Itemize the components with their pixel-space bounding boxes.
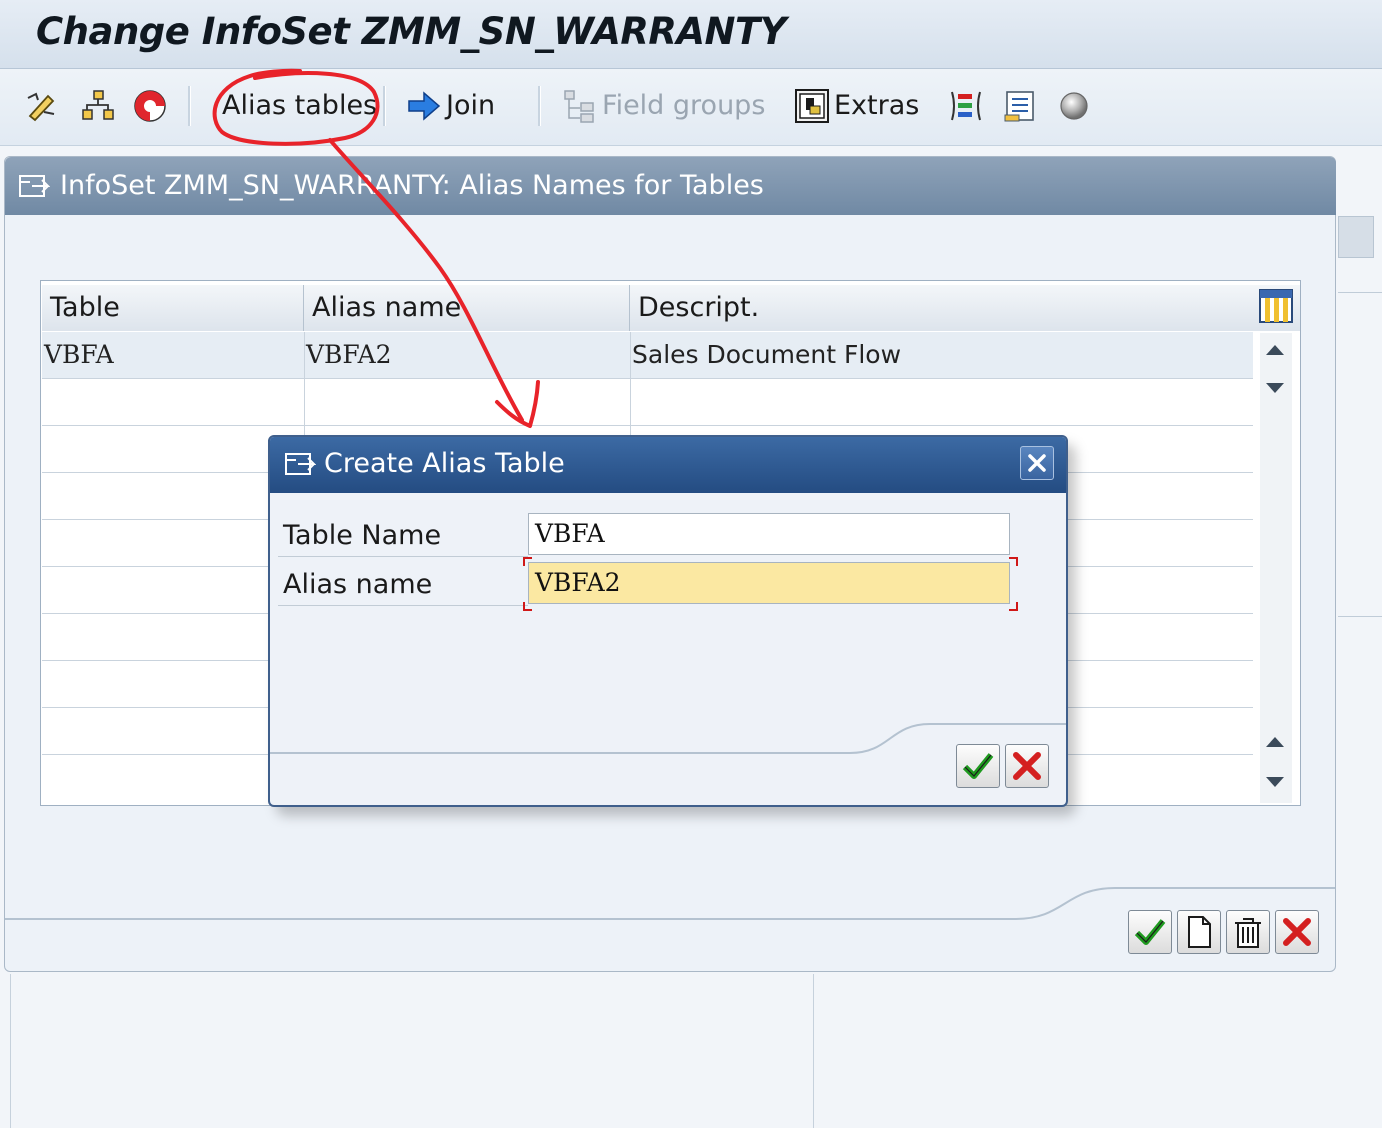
new-entry-button[interactable]: [1177, 910, 1221, 954]
toolbar-separator: [188, 86, 191, 126]
alias-name-label: Alias name: [283, 569, 433, 600]
dialog-footer-curve: [270, 723, 1066, 754]
cell-alias: VBFA2: [306, 340, 392, 369]
join-arrow-icon[interactable]: [406, 88, 442, 124]
dialog-cancel-button[interactable]: [1005, 744, 1049, 788]
col-header-table[interactable]: Table: [42, 285, 304, 331]
list-icon[interactable]: [1002, 88, 1038, 124]
checkmark-icon: [1134, 919, 1166, 945]
field-groups-icon: [564, 90, 594, 123]
bottom-divider: [10, 974, 11, 1128]
row-divider: [42, 378, 1253, 379]
edit-pen-icon[interactable]: [24, 88, 60, 124]
cell-table: VBFA: [44, 340, 114, 369]
scroll-page-up-icon[interactable]: [1262, 732, 1288, 752]
layout-icon[interactable]: [948, 88, 984, 124]
panel-title: InfoSet ZMM_SN_WARRANTY: Alias Names for…: [60, 170, 764, 201]
window-icon: [285, 453, 316, 475]
circle-icon[interactable]: [1056, 88, 1092, 124]
dialog-title: Create Alias Table: [324, 448, 565, 479]
extras-button[interactable]: Extras: [834, 88, 919, 124]
join-button[interactable]: Join: [446, 88, 495, 124]
form-divider: [278, 605, 528, 606]
cancel-x-icon: [1283, 918, 1311, 946]
cancel-x-icon: [1013, 752, 1041, 780]
toolbar-separator: [538, 86, 541, 126]
scroll-up-icon[interactable]: [1262, 340, 1288, 360]
dialog-confirm-button[interactable]: [956, 744, 1000, 788]
close-icon: [1028, 454, 1046, 472]
cell-descript: Sales Document Flow: [632, 340, 902, 369]
column-settings-icon[interactable]: [1258, 288, 1294, 324]
lifebuoy-icon[interactable]: [132, 88, 168, 124]
col-header-alias-name[interactable]: Alias name: [304, 285, 630, 331]
confirm-button[interactable]: [1128, 910, 1172, 954]
form-divider: [278, 556, 528, 557]
hierarchy-icon[interactable]: [80, 88, 116, 124]
alias-tables-button[interactable]: Alias tables: [222, 88, 377, 124]
scroll-down-icon[interactable]: [1262, 378, 1288, 398]
bottom-divider: [813, 974, 814, 1128]
focus-frame: [523, 557, 1018, 611]
divider: [1338, 292, 1382, 293]
col-header-descript[interactable]: Descript.: [630, 285, 1254, 331]
row-divider: [42, 425, 1253, 426]
checkmark-icon: [962, 753, 994, 779]
field-groups-button[interactable]: Field groups: [602, 88, 765, 124]
divider: [1338, 616, 1382, 617]
dialog-close-button[interactable]: [1020, 446, 1054, 480]
side-tab: [1338, 216, 1374, 258]
delete-button[interactable]: [1226, 910, 1270, 954]
toolbar-separator: [383, 86, 386, 126]
extras-icon[interactable]: [794, 88, 830, 124]
table-name-label: Table Name: [283, 520, 442, 551]
new-document-icon: [1188, 916, 1211, 948]
window-icon: [19, 175, 50, 197]
cancel-button[interactable]: [1275, 910, 1319, 954]
trash-icon: [1235, 918, 1261, 948]
scroll-page-down-icon[interactable]: [1262, 772, 1288, 792]
table-name-field[interactable]: VBFA: [528, 513, 1010, 555]
page-title: Change InfoSet ZMM_SN_WARRANTY: [36, 10, 787, 53]
